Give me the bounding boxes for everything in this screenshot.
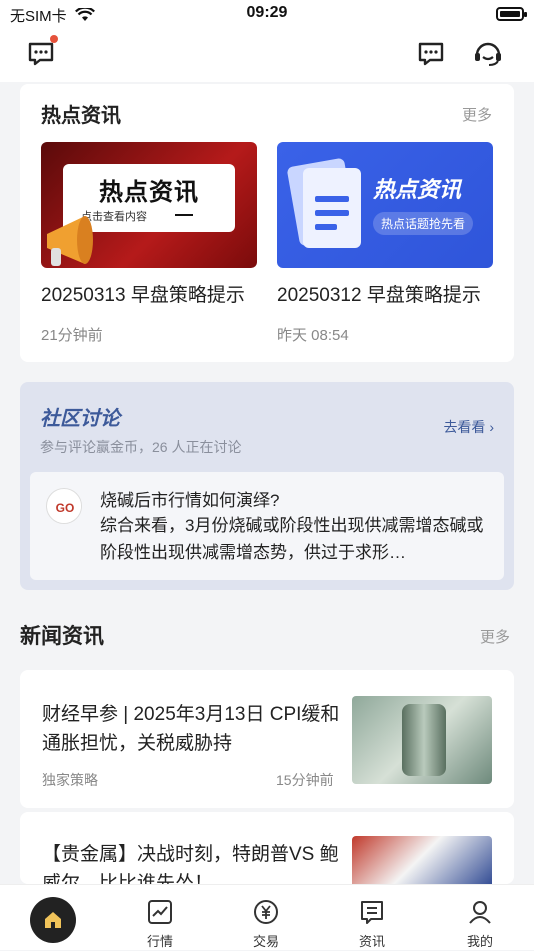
yuan-icon [254, 900, 278, 924]
tab-label: 交易 [252, 934, 279, 949]
svg-text:GO: GO [56, 501, 75, 515]
chevron-right-icon: › [489, 419, 494, 435]
community-card[interactable]: 社区讨论 参与评论赢金币，26 人正在讨论 去看看 › GO 烧碱后市行情如何演… [20, 382, 514, 590]
discussion-question: 烧碱后市行情如何演绎? [100, 491, 280, 510]
banner-sub: 热点话题抢先看 [373, 212, 474, 235]
home-button [30, 897, 76, 943]
section-title: 热点资讯 [41, 105, 121, 127]
news-item-2[interactable]: 【贵金属】决战时刻，特朗普VS 鲍威尔，比比谁先怂！ [20, 812, 514, 884]
megaphone-icon [47, 216, 93, 266]
clock: 09:29 [246, 4, 288, 21]
more-link[interactable]: 更多 [462, 104, 492, 125]
news-thumbnail [352, 836, 492, 884]
tab-label: 资讯 [358, 934, 385, 949]
user-icon [469, 901, 491, 924]
hot-news-card: 热点资讯 更多 热点资讯 点击查看内容 20250313 早盘策略提示 21分钟… [20, 84, 514, 362]
tab-label: 我的 [466, 934, 493, 949]
arrow-icon [175, 214, 193, 216]
avatar: GO [46, 488, 82, 524]
hot-news-time-1: 21分钟前 [41, 327, 103, 344]
banner-title: 热点资讯 [99, 179, 199, 206]
news-more-link[interactable]: 更多 [480, 626, 510, 647]
community-subtitle: 参与评论赢金币，26 人正在讨论 [40, 439, 242, 455]
hot-news-title-2[interactable]: 20250312 早盘策略提示 [277, 280, 481, 307]
news-section-title: 新闻资讯 [20, 625, 104, 648]
battery-icon [496, 7, 527, 21]
discussion-item[interactable]: GO 烧碱后市行情如何演绎? 综合来看，3月份烧碱或阶段性出现供减需增态碱或阶段… [30, 472, 504, 580]
document-icon [287, 158, 361, 248]
tab-home[interactable] [14, 885, 94, 951]
hot-news-title-1[interactable]: 20250313 早盘策略提示 [41, 280, 245, 307]
news-title: 财经早参 | 2025年3月13日 CPI缓和通胀担忧，关税威胁持 [42, 704, 340, 754]
community-title: 社区讨论 [40, 408, 120, 430]
discussion-answer: 综合来看，3月份烧碱或阶段性出现供减需增态碱或阶段性出现供减需增态势，供过于求形… [100, 516, 484, 562]
chat-icon [418, 42, 444, 66]
top-bar [0, 28, 534, 82]
tab-news[interactable]: 资讯 [332, 885, 412, 951]
news-icon [361, 901, 383, 924]
status-bar: 无SIM卡 09:29 [0, 0, 534, 28]
tab-trade[interactable]: 交易 [226, 885, 306, 951]
message-button[interactable] [26, 35, 58, 68]
tab-market[interactable]: 行情 [120, 885, 200, 951]
chat-button[interactable] [416, 38, 446, 68]
banner-title: 热点资讯 [373, 177, 462, 202]
tab-label: 行情 [146, 934, 173, 949]
news-source: 独家策略 [42, 772, 98, 788]
news-title: 【贵金属】决战时刻，特朗普VS 鲍威尔，比比谁先怂！ [42, 844, 339, 884]
news-thumbnail [352, 696, 492, 784]
go-see-link[interactable]: 去看看 › [443, 417, 494, 437]
hot-news-time-2: 昨天 08:54 [277, 327, 349, 344]
news-item-1[interactable]: 财经早参 | 2025年3月13日 CPI缓和通胀担忧，关税威胁持 独家策略 1… [20, 670, 514, 808]
headset-icon [475, 42, 501, 66]
tab-bar: 行情 交易 资讯 我的 [0, 884, 534, 950]
news-time: 15分钟前 [276, 772, 334, 788]
home-icon [45, 912, 61, 928]
hot-news-banner-1[interactable]: 热点资讯 点击查看内容 [41, 142, 257, 268]
notification-dot [50, 35, 58, 43]
tab-profile[interactable]: 我的 [440, 885, 520, 951]
customer-service-button[interactable] [472, 38, 502, 68]
hot-news-banner-2[interactable]: 热点资讯 热点话题抢先看 [277, 142, 493, 268]
chart-icon [148, 900, 172, 924]
